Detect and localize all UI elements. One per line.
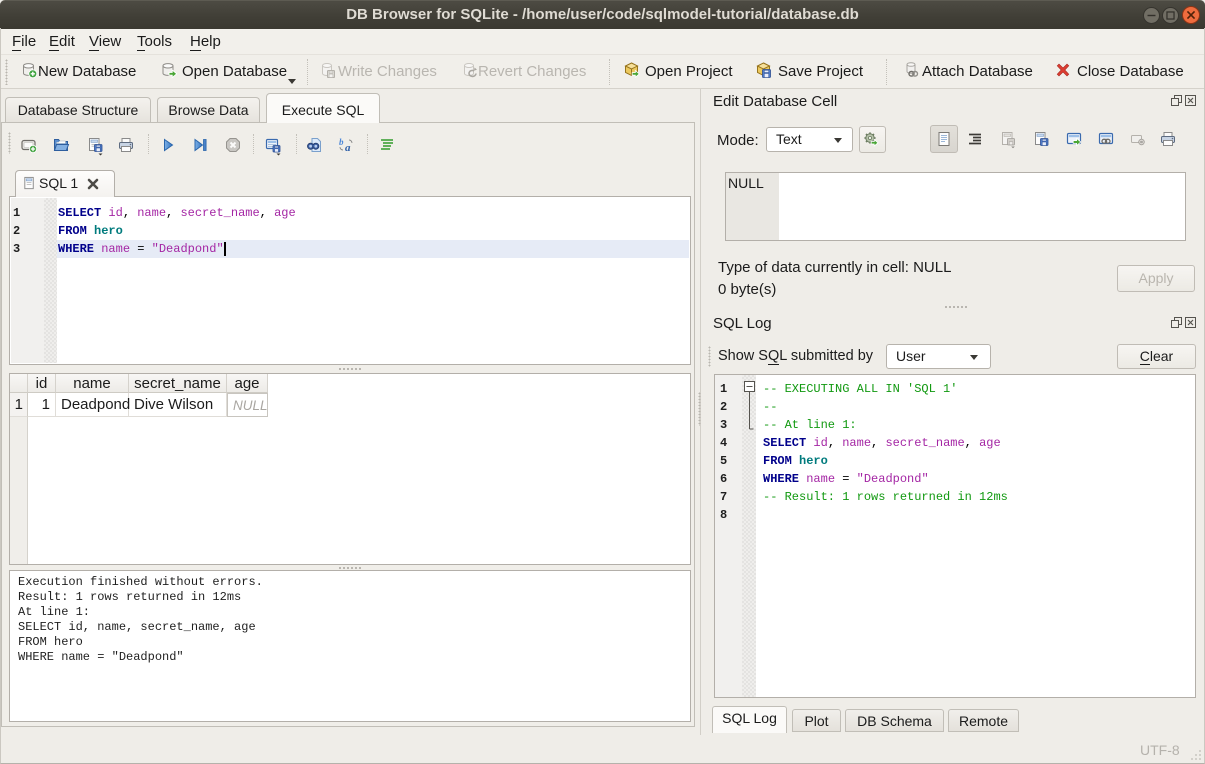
svg-text:a: a <box>345 142 351 154</box>
svg-text:b: b <box>339 137 344 147</box>
